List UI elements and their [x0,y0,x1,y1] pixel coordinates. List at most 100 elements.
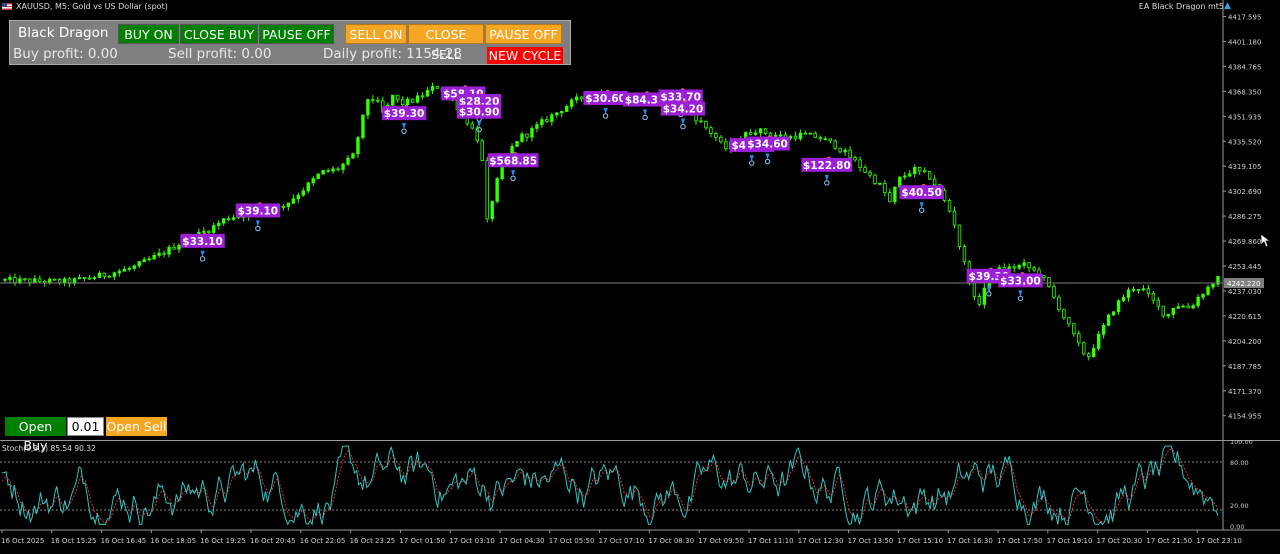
candle-body [1062,309,1066,319]
flag-icon [2,3,12,10]
buy-profit: Buy profit: 0.00 [13,46,118,62]
candle-body [883,183,887,193]
price-tick-label: 4384.765 [1228,63,1261,71]
trade-marker-icon [510,175,516,181]
trade-arrow-icon [919,202,924,209]
candle-body [346,157,350,165]
candle-body [1181,305,1185,308]
time-tick-label: 17 Oct 09:50 [698,537,744,545]
trade-marker-icon [255,225,261,232]
price-tick-label: 4417.595 [1228,14,1261,22]
candle-body [1211,283,1215,288]
candle-body [152,255,156,260]
pause-off-buy-button[interactable]: PAUSE OFF [259,24,334,44]
close-sell-button[interactable]: CLOSE SELL [408,24,484,62]
trade-arrow-icon [200,250,205,257]
buy-on-button[interactable]: BUY ON [118,24,179,44]
time-tick-label: 17 Oct 16:30 [947,537,993,545]
close-buy-button[interactable]: CLOSE BUY [180,24,258,44]
time-tick-label: 17 Oct 17:50 [997,537,1043,545]
candle-body [525,133,529,138]
time-tick-label: 17 Oct 20:30 [1097,537,1143,545]
candle-body [1042,275,1046,278]
candle-body [311,178,315,184]
candle-body [1101,324,1106,335]
candle-body [495,178,499,202]
time-tick-label: 16 Oct 15:25 [51,537,97,545]
candle-body [13,277,17,283]
candle-body [296,194,301,200]
trade-marker-icon [764,158,771,165]
ea-title: EA Black Dragon mt5 [1138,2,1224,11]
candle-body [952,210,957,226]
candle-body [778,134,783,137]
candle-body [555,112,559,116]
candle-body [82,277,87,279]
candle-body [545,119,549,122]
hat-icon: ▲ [1224,1,1231,11]
candle-body [575,96,579,101]
daily-profit: Daily profit: 1154.28 [323,46,462,62]
candle-body [92,277,97,279]
pause-off-sell-button[interactable]: PAUSE OFF [485,24,562,44]
candle-body [977,295,982,305]
price-tick-label: 4401.180 [1228,38,1261,46]
candle-body [410,98,415,103]
candle-body [127,267,131,270]
candle-body [803,132,808,135]
candle-body [932,178,937,186]
price-tick-label: 4302.690 [1228,188,1261,196]
candle-body [1136,288,1141,291]
new-cycle-button[interactable]: NEW CYCLE [487,47,563,64]
candle-body [48,278,52,284]
candle-body [490,201,494,220]
candle-body [1017,264,1021,269]
trade-marker-icon [749,160,755,166]
trade-marker-icon [602,113,609,119]
open-sell-button[interactable]: Open Sell [106,417,167,436]
candle-body [222,218,226,224]
candle-body [291,198,296,204]
candle-body [1201,293,1205,298]
candle-body [724,141,728,150]
candle-body [515,141,519,147]
candle-body [853,157,857,161]
trade-marker-icon [642,114,648,121]
open-buy-button[interactable]: Open Buy [5,417,66,453]
candle-body [415,95,420,103]
trade-arrow-icon [986,285,991,292]
time-tick-label: 17 Oct 13:50 [848,537,894,545]
sell-profit: Sell profit: 0.00 [168,46,272,62]
candle-body [1087,353,1091,357]
candle-body [401,99,405,105]
lot-size-input[interactable] [67,417,104,436]
profit-label: $34.20 [663,104,704,116]
candle-body [868,171,872,176]
candle-body [77,277,82,280]
sell-on-button[interactable]: SELL ON [345,24,407,44]
stochastic-chart[interactable]: 100.0080.0020.000.0016 Oct 2025 16 Oct 15… [0,440,1280,554]
candle-body [306,182,310,192]
price-chart[interactable]: 4417.595 4401.180 4384.765 4368.350 4351.935… [0,0,1280,440]
candle-body [202,230,206,233]
candle-body [62,278,67,284]
candle-body [361,114,365,138]
candle-body [818,137,822,140]
time-tick-label: 17 Oct 01:50 [399,537,445,545]
stoch-level-label: 100.00 [1230,440,1253,446]
candle-body [1171,307,1175,315]
candle-body [425,90,430,97]
candle-body [1131,288,1136,291]
candle-body [38,278,42,282]
candle-body [1096,333,1101,349]
candle-body [316,173,320,180]
candle-body [798,132,803,140]
price-tick-label: 4319.105 [1228,163,1261,171]
candle-body [913,167,917,175]
profit-label: $122.80 [803,160,851,172]
candle-body [18,278,22,283]
candle-body [227,218,231,221]
candle-body [217,222,221,226]
candle-body [888,192,892,203]
time-tick-label: 16 Oct 23:25 [350,537,396,545]
